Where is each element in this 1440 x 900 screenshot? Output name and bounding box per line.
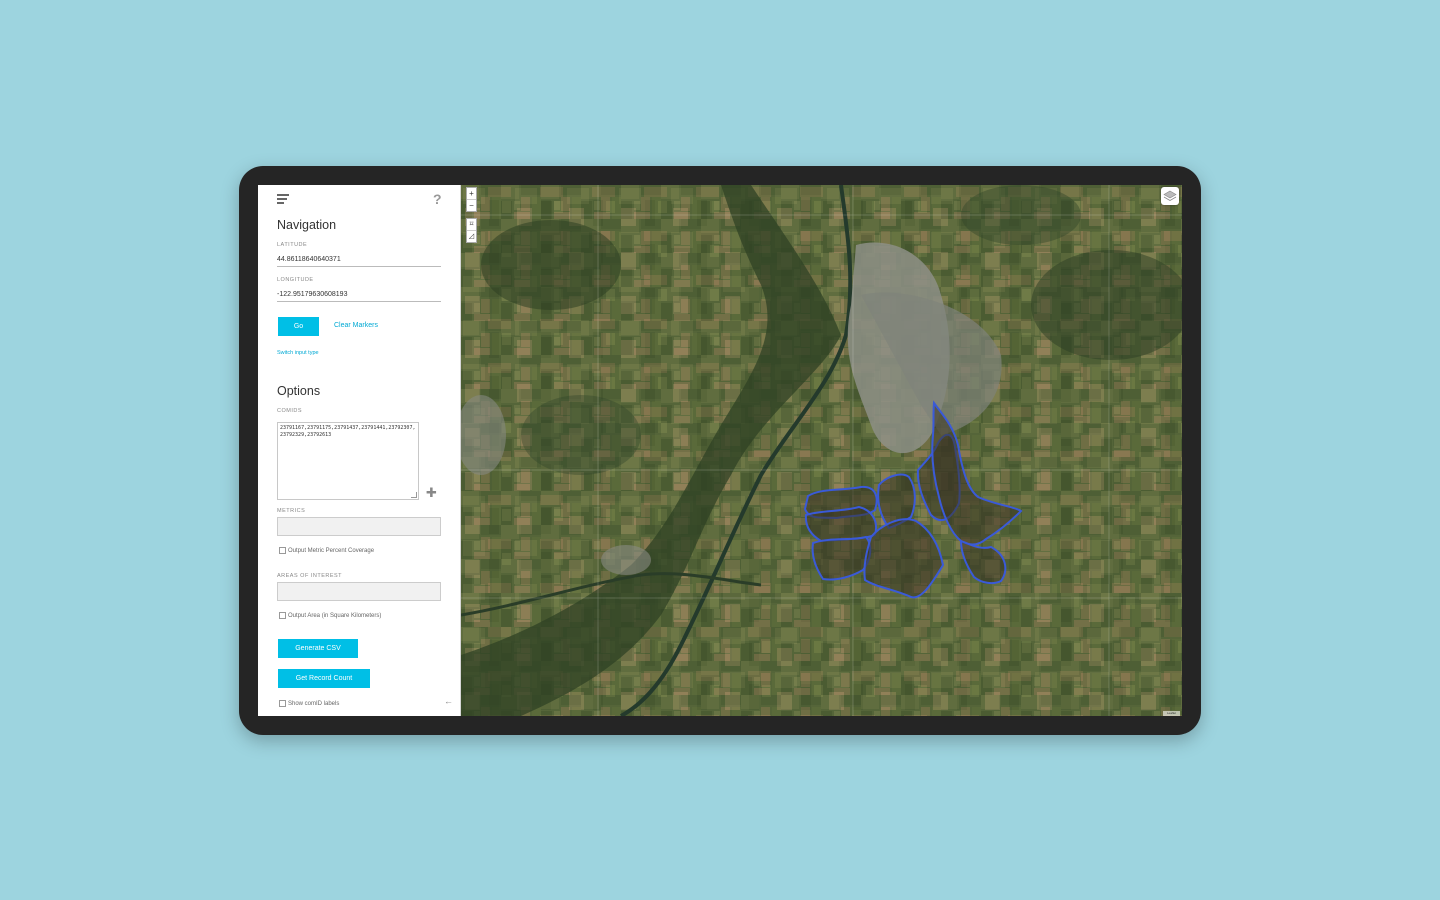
menu-icon[interactable] [277,194,289,204]
comids-label: COMIDS [277,408,302,414]
metric-percent-checkbox-row[interactable]: Output Metric Percent Coverage [279,547,374,554]
screen: ? Navigation LATITUDE 44.86118640640371 … [258,185,1182,716]
metrics-label: METRICS [277,508,306,514]
resize-grip-icon[interactable] [411,492,417,498]
map-attribution[interactable]: Leaflet [1163,711,1180,716]
add-comid-icon[interactable]: ✚ [426,485,437,501]
metrics-select[interactable] [277,517,441,536]
device-frame: ? Navigation LATITUDE 44.86118640640371 … [239,166,1201,735]
layers-icon [1163,190,1177,201]
zoom-control: + − [466,187,477,212]
comids-textarea[interactable]: 23791167,23791175,23791437,23791441,2379… [277,422,419,500]
area-output-checkbox-row[interactable]: Output Area (in Square Kilometers) [279,612,381,619]
draw-control: ⌑ ◿ [466,218,477,243]
sidebar-panel: ? Navigation LATITUDE 44.86118640640371 … [258,185,461,716]
comids-value: 23791167,23791175,23791437,23791441,2379… [280,425,416,438]
zoom-in-button[interactable]: + [467,188,476,199]
collapse-sidebar-icon[interactable]: ← [444,696,453,706]
help-icon[interactable]: ? [433,191,442,207]
metric-percent-label: Output Metric Percent Coverage [288,547,375,554]
longitude-label: LONGITUDE [277,277,314,283]
longitude-input[interactable]: -122.95179630608193 [277,290,441,302]
layers-control[interactable] [1161,187,1179,205]
navigation-title: Navigation [277,218,337,232]
record-count-button[interactable]: Get Record Count [278,669,370,688]
generate-csv-button[interactable]: Generate CSV [278,639,358,658]
show-labels-checkbox-row[interactable]: Show comID labels [279,700,339,707]
areas-select[interactable] [277,582,441,601]
show-labels-label: Show comID labels [288,700,340,707]
area-output-label: Output Area (in Square Kilometers) [288,612,382,619]
latitude-input[interactable]: 44.86118640640371 [277,255,441,267]
clear-markers-link[interactable]: Clear Markers [334,322,378,329]
zoom-out-button[interactable]: − [467,199,476,211]
area-output-checkbox[interactable] [279,612,286,619]
areas-label: AREAS OF INTEREST [277,573,343,579]
satellite-map[interactable]: + − ⌑ ◿ Leaflet [461,185,1182,716]
draw-polygon-icon[interactable]: ⌑ [467,219,476,230]
metric-percent-checkbox[interactable] [279,547,286,554]
draw-line-icon[interactable]: ◿ [467,230,476,242]
options-title: Options [277,384,321,398]
latitude-label: LATITUDE [277,242,308,248]
show-labels-checkbox[interactable] [279,700,286,707]
go-button[interactable]: Go [278,317,319,336]
switch-input-link[interactable]: Switch input type [277,350,319,356]
map-imagery [461,185,1182,716]
